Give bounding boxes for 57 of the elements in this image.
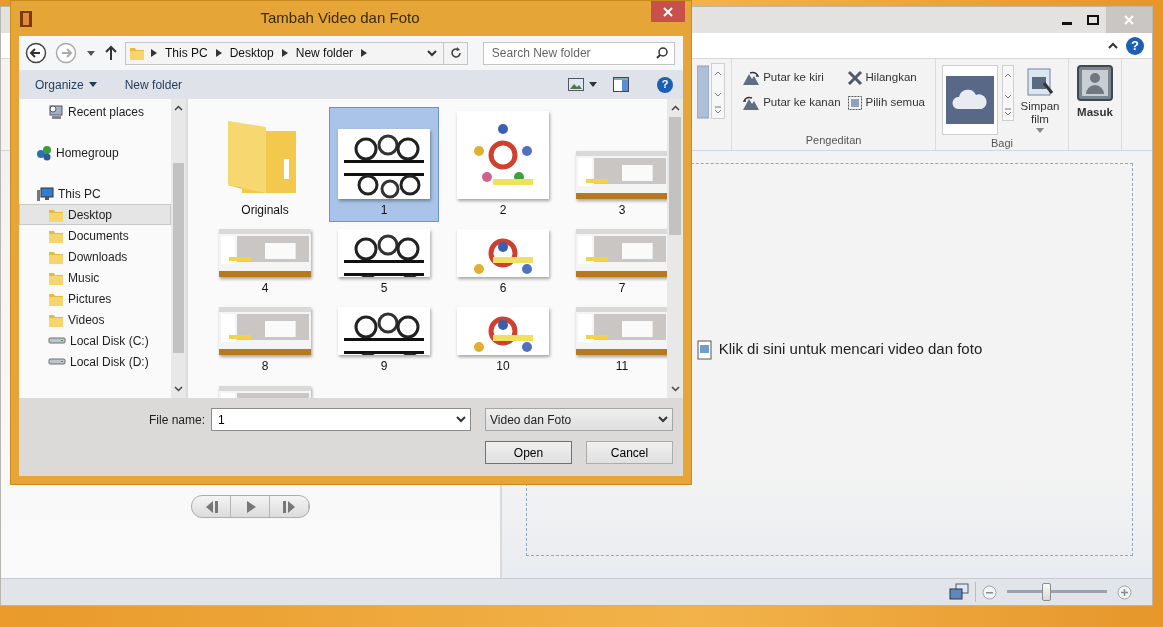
file-name: 6: [499, 280, 507, 297]
file-name: Originals: [241, 202, 289, 219]
file-name: 5: [380, 280, 388, 297]
file-name: 9: [380, 358, 388, 375]
file-name: 10: [496, 358, 510, 375]
file-name: 2: [499, 202, 507, 219]
save-movie-button[interactable]: Simpan film: [1018, 65, 1062, 136]
file-item[interactable]: Originals: [210, 107, 320, 222]
file-name: 4: [261, 280, 269, 297]
group-label: Pengeditan: [804, 132, 863, 148]
ribbon-command[interactable]: Pilih semua: [844, 92, 927, 114]
file-name: 7: [618, 280, 626, 297]
search-field[interactable]: Search New folder: [489, 42, 656, 64]
sidebar-item[interactable]: Downloads: [19, 246, 171, 267]
dialog-button[interactable]: Cancel: [586, 441, 673, 464]
file-item[interactable]: 9: [329, 303, 439, 378]
search-box[interactable]: Search New folder: [482, 41, 675, 65]
dialog-button[interactable]: Open: [485, 441, 572, 464]
file-name-field[interactable]: 1: [216, 409, 456, 430]
file-type-dropdown[interactable]: Video dan Foto: [485, 408, 673, 431]
toolbar-button[interactable]: Organize: [35, 75, 97, 94]
sidebar-item[interactable]: Local Disk (C:): [19, 330, 171, 351]
sidebar-item[interactable]: Music: [19, 267, 171, 288]
file-item[interactable]: 11: [567, 303, 667, 378]
file-name: 3: [618, 202, 626, 219]
sidebar-item[interactable]: Documents: [19, 225, 171, 246]
toolbar-button[interactable]: New folder: [124, 75, 183, 94]
ribbon-command[interactable]: Putar ke kiri: [740, 67, 843, 89]
file-name-combo-box[interactable]: 1: [211, 408, 471, 431]
sign-in-button[interactable]: Masuk: [1075, 63, 1115, 124]
storyboard-hint: Klik di sini untuk mencari video dan foto: [718, 339, 983, 360]
file-item[interactable]: 5: [329, 225, 439, 300]
group-label: Bagi: [990, 136, 1014, 152]
dialog-title: Tambah Video dan Foto: [259, 8, 421, 29]
file-item[interactable]: 8: [210, 303, 320, 378]
breadcrumb-item[interactable]: Desktop: [227, 44, 276, 62]
file-name: 1: [380, 202, 388, 219]
file-item[interactable]: 1: [329, 107, 439, 222]
sidebar-item[interactable]: Pictures: [19, 288, 171, 309]
sidebar-item[interactable]: This PC: [19, 183, 171, 204]
sidebar-item[interactable]: Local Disk (D:): [19, 351, 171, 372]
sidebar-item[interactable]: Homegroup: [19, 142, 171, 163]
file-item[interactable]: 7: [567, 225, 667, 300]
file-name: 11: [615, 358, 629, 375]
ribbon-command[interactable]: Hilangkan: [844, 67, 927, 89]
breadcrumb-item[interactable]: This PC: [163, 44, 210, 62]
help-button[interactable]: ?: [657, 76, 673, 93]
sidebar-item[interactable]: Videos: [19, 309, 171, 330]
file-item[interactable]: 4: [210, 225, 320, 300]
sidebar-item[interactable]: Recent places: [19, 101, 171, 122]
help-button[interactable]: ?: [1126, 36, 1144, 55]
ribbon-command[interactable]: Putar ke kanan: [740, 92, 843, 114]
file-name: 8: [261, 358, 269, 375]
breadcrumb-item[interactable]: New folder: [293, 44, 356, 62]
address-bar[interactable]: This PC Desktop New folder: [125, 41, 445, 65]
sidebar-item[interactable]: Desktop: [19, 204, 171, 225]
file-name-label: File name:: [148, 411, 205, 429]
